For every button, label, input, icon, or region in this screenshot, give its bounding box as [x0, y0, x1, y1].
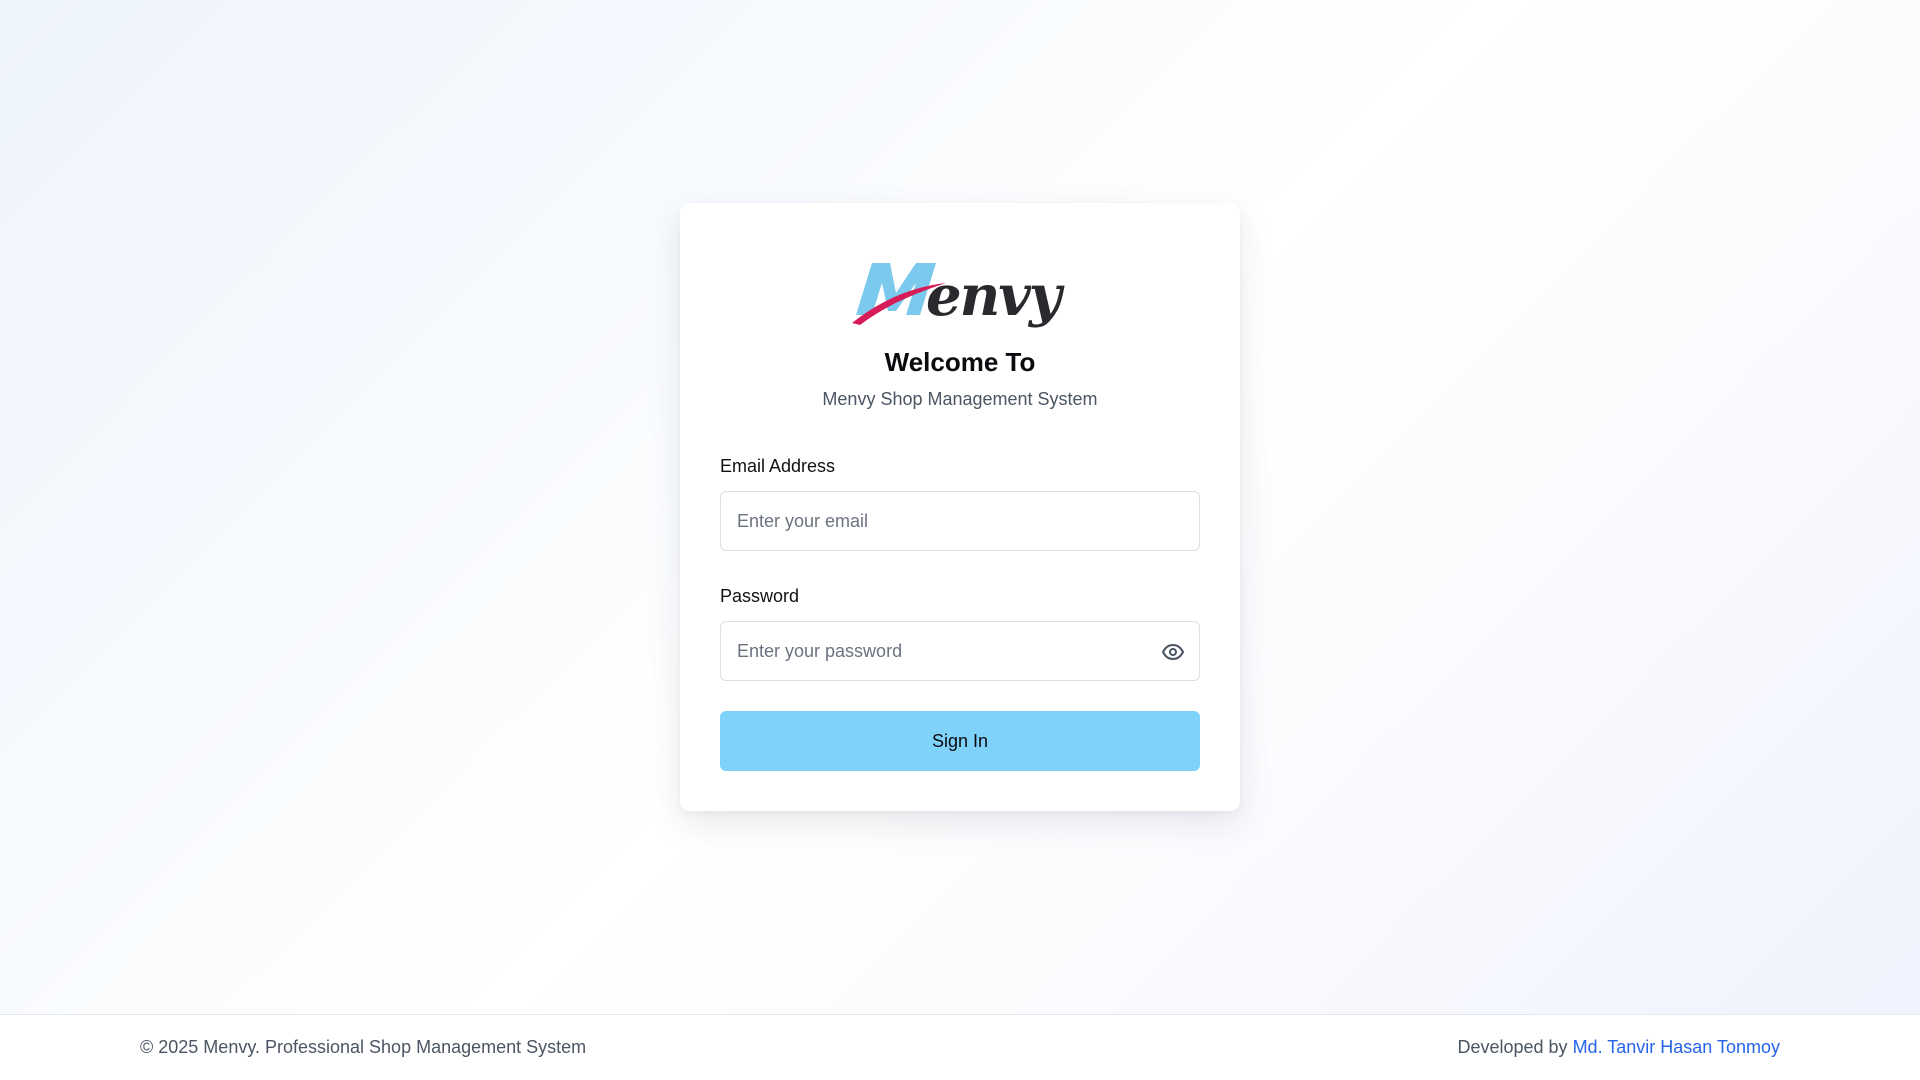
password-field-wrapper	[720, 621, 1200, 681]
password-field[interactable]	[721, 622, 1199, 680]
footer: © 2025 Menvy. Professional Shop Manageme…	[0, 1014, 1920, 1080]
system-subtitle: Menvy Shop Management System	[822, 389, 1098, 409]
login-card: envy Welcome To Menvy Shop Management Sy…	[680, 203, 1240, 811]
password-label: Password	[720, 586, 800, 606]
email-field-wrapper	[720, 491, 1200, 551]
developer-link[interactable]: Md. Tanvir Hasan Tonmoy	[1573, 1037, 1780, 1057]
welcome-title: Welcome To	[884, 347, 1036, 377]
developed-by-label: Developed by	[1457, 1037, 1573, 1057]
email-label: Email Address	[720, 456, 836, 476]
menvy-logo: envy	[850, 253, 1070, 333]
developer-credit: Developed by Md. Tanvir Hasan Tonmoy	[1457, 1037, 1780, 1058]
email-field[interactable]	[721, 492, 1199, 550]
copyright-text: © 2025 Menvy. Professional Shop Manageme…	[140, 1037, 587, 1057]
sign-in-button[interactable]: Sign In	[720, 711, 1200, 771]
login-page: envy Welcome To Menvy Shop Management Sy…	[0, 0, 1920, 1014]
svg-text:envy: envy	[926, 263, 1065, 329]
eye-icon[interactable]	[1161, 640, 1185, 664]
